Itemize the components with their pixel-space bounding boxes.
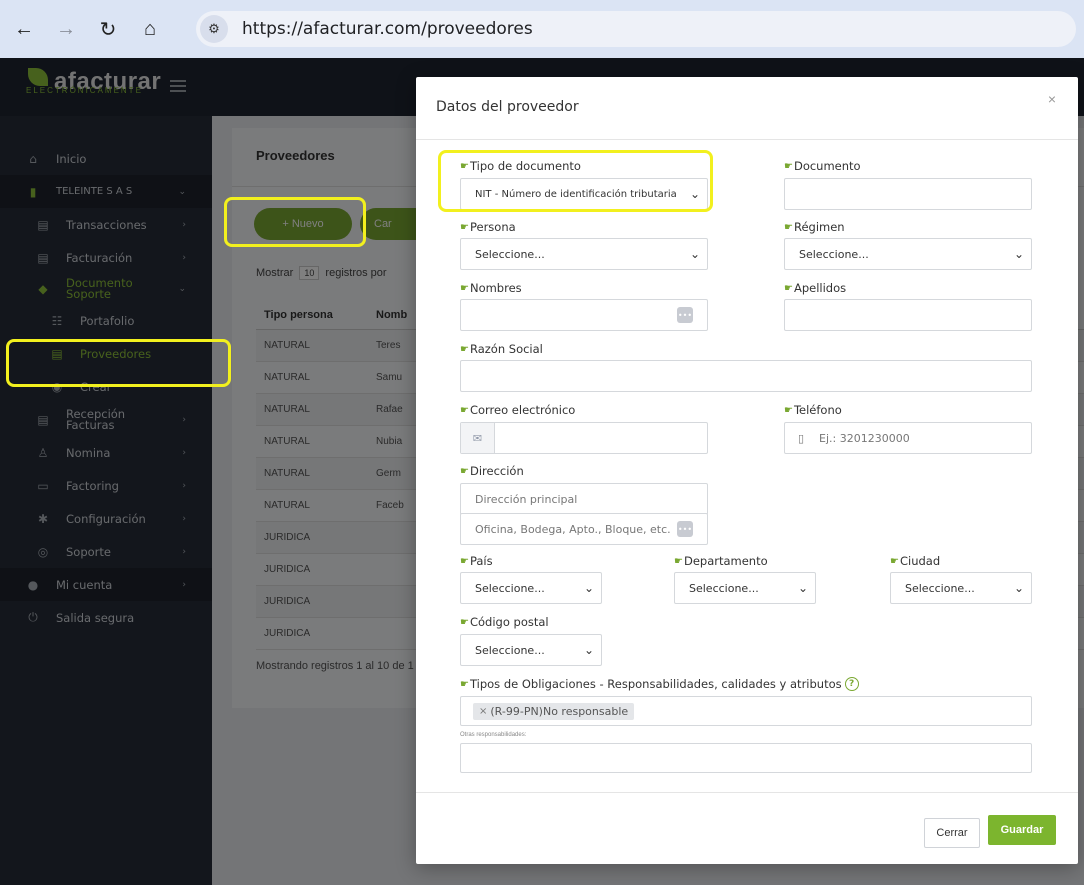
hand-icon: ☛ (784, 160, 793, 172)
close-icon[interactable]: × (1048, 91, 1056, 107)
more-options-icon[interactable]: ••• (677, 521, 693, 537)
label-telefono: ☛ Teléfono (784, 403, 842, 417)
otras-responsabilidades-input[interactable] (460, 743, 1032, 773)
back-icon[interactable]: ← (6, 11, 42, 47)
phone-icon: ▯ (797, 431, 805, 445)
departamento-select[interactable]: Seleccione... ⌄ (674, 572, 816, 604)
persona-select[interactable]: Seleccione... ⌄ (460, 238, 708, 270)
hand-icon: ☛ (460, 616, 469, 628)
label-persona: ☛ Persona (460, 220, 516, 234)
label-regimen: ☛ Régimen (784, 220, 845, 234)
hand-icon: ☛ (460, 282, 469, 294)
more-options-icon[interactable]: ••• (677, 307, 693, 323)
divider (416, 792, 1078, 793)
hand-icon: ☛ (890, 555, 899, 567)
label-correo: ☛ Correo electrónico (460, 403, 576, 417)
telefono-input[interactable]: ▯ Ej.: 3201230000 (784, 422, 1032, 454)
hand-icon: ☛ (784, 404, 793, 416)
help-icon[interactable]: ? (844, 677, 859, 691)
ciudad-select[interactable]: Seleccione... ⌄ (890, 572, 1032, 604)
hand-icon: ☛ (784, 221, 793, 233)
save-button[interactable]: Guardar (988, 815, 1056, 845)
chevron-down-icon: ⌄ (583, 581, 595, 595)
direccion-complemento-input[interactable]: Oficina, Bodega, Apto., Bloque, etc. ••• (460, 513, 708, 545)
direccion-input[interactable]: Dirección principal (460, 483, 708, 515)
forward-icon[interactable]: → (48, 11, 84, 47)
reload-icon[interactable]: ↻ (90, 11, 126, 47)
label-nombres: ☛ Nombres (460, 281, 522, 295)
address-bar[interactable]: ⚙ https://afacturar.com/proveedores (196, 11, 1076, 47)
label-razon-social: ☛ Razón Social (460, 342, 543, 356)
hand-icon: ☛ (460, 555, 469, 567)
label-apellidos: ☛ Apellidos (784, 281, 847, 295)
label-direccion: ☛ Dirección (460, 464, 524, 478)
chevron-down-icon: ⌄ (689, 247, 701, 261)
remove-tag-icon[interactable]: × (479, 706, 487, 717)
highlight-tipo-documento (438, 150, 713, 212)
regimen-select[interactable]: Seleccione... ⌄ (784, 238, 1032, 270)
chevron-down-icon: ⌄ (583, 643, 595, 657)
browser-toolbar: ← → ↻ ⌂ ⚙ https://afacturar.com/proveedo… (0, 0, 1084, 58)
hand-icon: ☛ (460, 343, 469, 355)
chevron-down-icon: ⌄ (1013, 247, 1025, 261)
label-ciudad: ☛ Ciudad (890, 554, 941, 568)
divider (416, 139, 1078, 140)
url-text: https://afacturar.com/proveedores (242, 19, 533, 39)
label-documento: ☛ Documento (784, 159, 861, 173)
label-otras: Otras responsabilidades: (460, 732, 527, 738)
chevron-down-icon: ⌄ (797, 581, 809, 595)
close-button[interactable]: Cerrar (924, 818, 980, 848)
pais-select[interactable]: Seleccione... ⌄ (460, 572, 602, 604)
highlight-nuevo (224, 197, 366, 247)
razon-social-input[interactable] (460, 360, 1032, 392)
hand-icon: ☛ (784, 282, 793, 294)
site-settings-icon[interactable]: ⚙ (200, 15, 228, 43)
label-departamento: ☛ Departamento (674, 554, 768, 568)
documento-input[interactable] (784, 178, 1032, 210)
hand-icon: ☛ (460, 465, 469, 477)
home-icon[interactable]: ⌂ (132, 11, 168, 47)
hand-icon: ☛ (674, 555, 683, 567)
obligation-tag: × (R-99-PN)No responsable (473, 702, 635, 720)
label-pais: ☛ País (460, 554, 493, 568)
hand-icon: ☛ (460, 404, 469, 416)
hand-icon: ☛ (460, 678, 469, 690)
highlight-proveedores (6, 339, 231, 387)
nombres-input[interactable]: ••• (460, 299, 708, 331)
chevron-down-icon: ⌄ (1013, 581, 1025, 595)
apellidos-input[interactable] (784, 299, 1032, 331)
hand-icon: ☛ (460, 221, 469, 233)
correo-input[interactable]: ✉ (460, 422, 708, 454)
obligaciones-multiselect[interactable]: × (R-99-PN)No responsable (460, 696, 1032, 726)
label-codigo-postal: ☛ Código postal (460, 615, 549, 629)
envelope-icon: ✉ (461, 423, 495, 453)
codigo-postal-select[interactable]: Seleccione... ⌄ (460, 634, 602, 666)
modal-title: Datos del proveedor (436, 99, 579, 115)
label-obligaciones: ☛ Tipos de Obligaciones - Responsabilidad… (460, 677, 859, 691)
